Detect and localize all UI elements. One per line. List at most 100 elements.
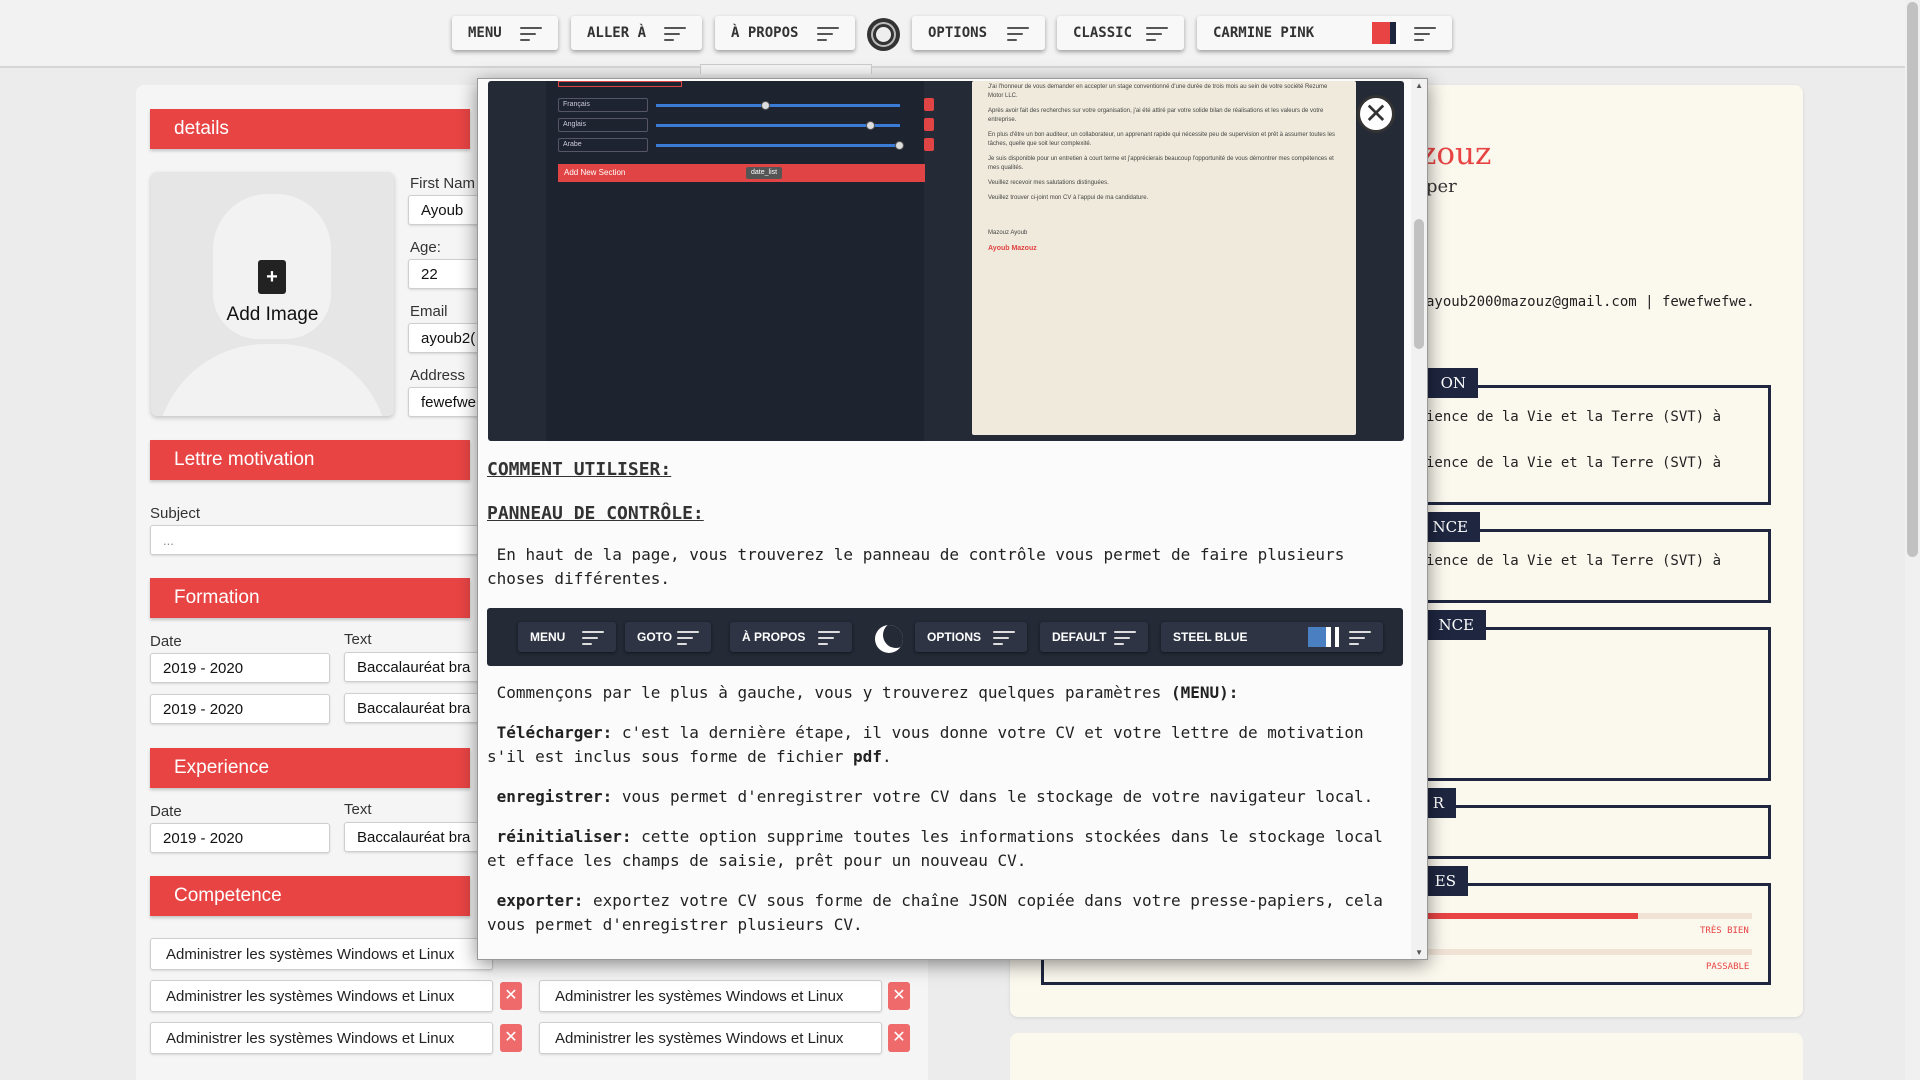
screenshot-slider-knob <box>865 121 875 130</box>
tutorial-screenshot: Français Anglais Arabe Add New Section d… <box>488 81 1404 441</box>
email-label: Email <box>410 303 448 320</box>
menu-lines-icon <box>1114 629 1136 645</box>
screenshot-add-section: Add New Section date_list <box>558 164 925 182</box>
email-input[interactable]: ayoub2( <box>408 323 480 353</box>
letter-section-header[interactable]: Lettre motivation <box>150 440 470 480</box>
delete-skill-icon[interactable]: ✕ <box>500 1024 522 1052</box>
scroll-up-arrow-icon[interactable]: ▲ <box>1415 81 1423 90</box>
moon-icon <box>875 625 903 653</box>
details-section-header[interactable]: details <box>150 109 470 149</box>
intro-text: En haut de la page, vous trouverez le pa… <box>487 545 1345 588</box>
demo-goto-button: GOTO <box>625 622 711 652</box>
modal-scrollbar[interactable] <box>1411 79 1427 959</box>
formation-section-header[interactable]: Formation <box>150 578 470 618</box>
theme-mode-sun-icon[interactable] <box>867 18 900 51</box>
skill-level-bar <box>1426 949 1752 955</box>
formation-text-input[interactable]: Baccalauréat bra <box>344 652 480 682</box>
template-button[interactable]: CLASSIC <box>1057 16 1184 50</box>
first-name-label: First Nam <box>410 175 475 192</box>
screenshot-slider-knob <box>760 101 770 110</box>
goto-button-label: ALLER À <box>587 25 647 41</box>
color-theme-button[interactable]: CARMINE PINK <box>1197 16 1452 50</box>
demo-control-panel: MENU GOTO À PROPOS OPTIONS DEFAULT STEEL… <box>487 608 1403 666</box>
experience-text-label: Text <box>344 801 372 818</box>
screenshot-language-label: Anglais <box>558 118 648 132</box>
skill-input[interactable]: Administrer les systèmes Windows et Linu… <box>150 1022 493 1054</box>
first-name-input[interactable]: Ayoub <box>408 195 480 225</box>
skill-input[interactable]: Administrer les systèmes Windows et Linu… <box>150 938 493 970</box>
add-image-box[interactable]: + Add Image <box>151 172 394 416</box>
address-input[interactable]: fewefwe <box>408 387 480 417</box>
help-item-term: exporter: <box>496 891 584 910</box>
screenshot-delete-icon <box>924 118 934 131</box>
help-item-desc: vous permet d'enregistrer votre CV dans … <box>612 787 1374 806</box>
menu-intro: Commençons par le plus à gauche, vous y … <box>487 681 1407 705</box>
about-button-label: À PROPOS <box>731 25 799 41</box>
formation-text-input[interactable]: Baccalauréat bra <box>344 693 480 723</box>
menu-lines-icon <box>818 629 840 645</box>
menu-button[interactable]: MENU <box>452 16 558 50</box>
panel-heading: PANNEAU DE CONTRÔLE: <box>487 503 704 524</box>
menu-lines-icon <box>677 629 699 645</box>
screenshot-letter: J'ai l'honneur de vous demander en accep… <box>972 81 1356 435</box>
cv-section-line: ience de la Vie et la Terre (SVT) à <box>1426 455 1722 471</box>
screenshot-delete-icon <box>924 98 934 111</box>
screenshot-slider-knob <box>895 141 904 150</box>
demo-about-label: À PROPOS <box>742 630 806 644</box>
delete-skill-icon[interactable]: ✕ <box>888 1024 910 1052</box>
menu-lines-icon <box>1349 629 1371 645</box>
menu-lines-icon <box>817 25 839 41</box>
address-label: Address <box>410 367 466 384</box>
screenshot-letter-paragraph: Après avoir fait des recherches sur votr… <box>988 108 1324 123</box>
competence-section-header[interactable]: Competence <box>150 876 470 916</box>
experience-section-header[interactable]: Experience <box>150 748 470 788</box>
menu-button-label: MENU <box>468 25 502 41</box>
help-item-desc: c'est la dernière étape, il vous donne v… <box>487 723 1364 766</box>
help-item-term: Télécharger: <box>496 723 613 742</box>
subject-input[interactable]: ... <box>150 525 480 555</box>
menu-lines-icon <box>1146 25 1168 41</box>
control-panel: MENU ALLER À À PROPOS OPTIONS CLASSIC CA… <box>0 0 1905 68</box>
skill-input[interactable]: Administrer les systèmes Windows et Linu… <box>150 980 493 1012</box>
help-item-tail: pdf <box>853 747 882 766</box>
menu-lines-icon <box>993 629 1015 645</box>
screenshot-add-section-label: Add New Section <box>564 168 626 177</box>
menu-lines-icon <box>664 25 686 41</box>
screenshot-select: date_list <box>746 167 783 179</box>
formation-text-label: Text <box>344 631 372 648</box>
intro-paragraph: En haut de la page, vous trouverez le pa… <box>487 543 1407 591</box>
page-scrollbar-thumb[interactable] <box>1907 2 1918 557</box>
help-item-term: enregistrer: <box>496 787 613 806</box>
help-item-save: enregistrer: vous permet d'enregistrer v… <box>487 785 1407 809</box>
scroll-down-arrow-icon[interactable]: ▼ <box>1415 948 1423 957</box>
add-image-label: Add Image <box>226 304 319 325</box>
menu-lines-icon <box>1414 25 1436 41</box>
skill-input[interactable]: Administrer les systèmes Windows et Linu… <box>539 1022 882 1054</box>
modal-scrollbar-thumb[interactable] <box>1414 219 1424 349</box>
goto-button[interactable]: ALLER À <box>571 16 702 50</box>
experience-date-label: Date <box>150 803 182 820</box>
about-button[interactable]: À PROPOS <box>715 16 855 50</box>
screenshot-slider <box>656 124 900 127</box>
screenshot-language-label: Français <box>558 98 648 112</box>
cv-section-line: ience de la Vie et la Terre (SVT) à <box>1426 553 1722 569</box>
dropdown-tab <box>700 64 872 74</box>
formation-date-input[interactable]: 2019 - 2020 <box>150 653 330 683</box>
add-file-icon: + <box>258 260 286 294</box>
experience-date-input[interactable]: 2019 - 2020 <box>150 823 330 853</box>
formation-date-input[interactable]: 2019 - 2020 <box>150 694 330 724</box>
color-swatch-icon <box>1372 22 1400 44</box>
avatar-placeholder-body <box>156 344 389 416</box>
formation-date-label: Date <box>150 633 182 650</box>
delete-skill-icon[interactable]: ✕ <box>888 982 910 1010</box>
options-button-label: OPTIONS <box>928 25 988 41</box>
age-input[interactable]: 22 <box>408 259 480 289</box>
experience-text-input[interactable]: Baccalauréat bra <box>344 822 480 852</box>
screenshot-delete-icon <box>924 138 934 151</box>
options-button[interactable]: OPTIONS <box>912 16 1045 50</box>
skill-input[interactable]: Administrer les systèmes Windows et Linu… <box>539 980 882 1012</box>
delete-skill-icon[interactable]: ✕ <box>500 982 522 1010</box>
menu-lines-icon <box>582 629 604 645</box>
demo-menu-label: MENU <box>530 630 566 644</box>
close-icon[interactable]: ✕ <box>1357 95 1395 133</box>
